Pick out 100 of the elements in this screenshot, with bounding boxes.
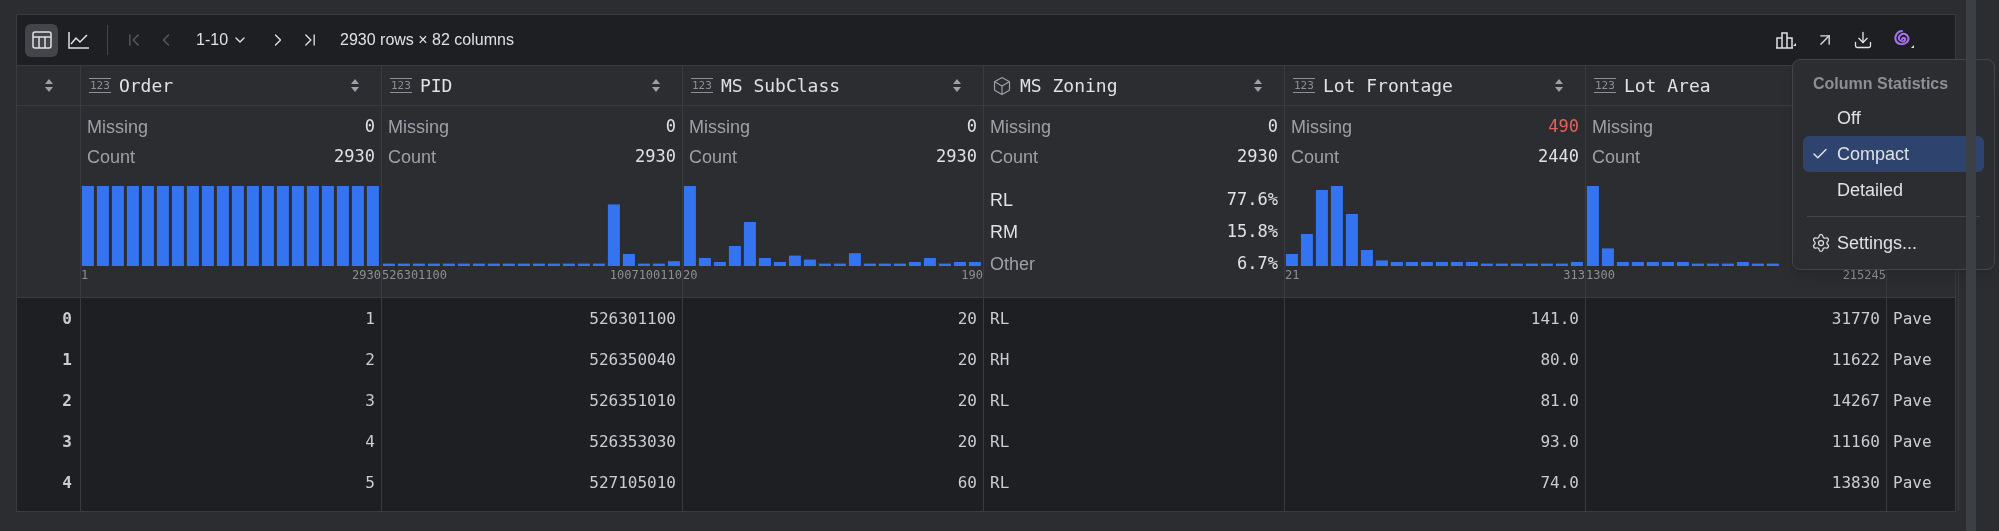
table-cell: 2 — [81, 339, 382, 380]
missing-value: 0 — [665, 115, 676, 139]
histogram-bar — [743, 222, 756, 266]
histogram-bar — [457, 263, 470, 266]
range-max: 313 — [1563, 267, 1585, 284]
table-cell: 20 — [683, 380, 984, 421]
histogram-bar — [1736, 262, 1749, 266]
page-range-dropdown[interactable]: 1-10 — [184, 28, 261, 52]
histogram-bar — [1766, 263, 1779, 266]
table-cell: RL — [984, 380, 1285, 421]
histogram-bar — [1345, 214, 1358, 266]
histogram-bar — [577, 263, 590, 266]
table-cell: 3 — [81, 380, 382, 421]
row-index: 1 — [17, 339, 81, 380]
histogram-bar — [1691, 263, 1704, 266]
stat-label: Count — [990, 145, 1039, 169]
range-max: 190 — [961, 267, 983, 284]
count-value: 2930 — [1237, 145, 1278, 169]
table-cell: 526350040 — [382, 339, 683, 380]
histogram-bar — [698, 258, 711, 266]
table-cell: 80.0 — [1285, 339, 1586, 380]
histogram-bar — [923, 258, 936, 266]
count-value: 2930 — [936, 145, 977, 169]
histogram-bar — [1360, 250, 1373, 266]
missing-value: 0 — [1267, 115, 1278, 139]
histogram-bar — [713, 262, 726, 266]
histogram-bar — [1570, 262, 1583, 266]
stat-label: Count — [87, 145, 136, 169]
numeric-type-badge: 123 — [691, 78, 713, 93]
column-name: Lot Frontage — [1322, 74, 1453, 98]
histogram-bar — [532, 263, 545, 266]
table-cell: 60 — [683, 462, 984, 503]
count-value: 2440 — [1538, 145, 1579, 169]
table-cell: 5 — [81, 462, 382, 503]
histogram-bar — [818, 263, 831, 266]
histogram-bar — [803, 259, 816, 266]
histogram-bar — [1616, 262, 1629, 266]
sort-icon[interactable] — [953, 79, 961, 92]
histogram-bar — [1601, 248, 1614, 266]
column-name: PID — [419, 74, 453, 98]
table-size-text: 2930 rows × 82 columns — [340, 30, 514, 50]
settings-icon — [1811, 233, 1831, 253]
stat-label: Missing — [388, 115, 449, 139]
histogram-bar — [1525, 263, 1538, 266]
histogram-bar — [1721, 263, 1734, 266]
histogram-bar — [652, 263, 665, 266]
table-cell: RL — [984, 462, 1285, 503]
numeric-type-badge: 123 — [1293, 78, 1315, 93]
table-cell: Pave — [1887, 339, 1959, 380]
table-cell: 11160 — [1586, 421, 1887, 462]
table-cell: 4 — [81, 421, 382, 462]
table-cell: 526301100 — [382, 298, 683, 339]
settings-menu-item[interactable]: Settings... — [1803, 225, 1984, 261]
histogram-bar — [1631, 262, 1644, 266]
table-cell: 74.0 — [1285, 462, 1586, 503]
histogram-bar — [622, 254, 635, 266]
sort-icon[interactable] — [1555, 79, 1563, 92]
stat-label: Missing — [87, 115, 148, 139]
table-cell: 141.0 — [1285, 298, 1586, 339]
histogram-bar — [728, 246, 741, 266]
histogram-bar — [487, 263, 500, 266]
range-max: 2930 — [352, 267, 381, 284]
table-cell: 93.0 — [1285, 421, 1586, 462]
histogram-bar — [472, 263, 485, 266]
sort-icon[interactable] — [351, 79, 359, 92]
histogram-bar — [758, 258, 771, 266]
histogram-bar — [1450, 262, 1463, 266]
sort-icon[interactable] — [1254, 79, 1262, 92]
table-cell: Pave — [1887, 421, 1959, 462]
table-cell: 13830 — [1586, 462, 1887, 503]
table-cell: 526351010 — [382, 380, 683, 421]
histogram-bar — [1510, 263, 1523, 266]
numeric-type-badge: 123 — [89, 78, 111, 93]
histogram-bar — [1390, 262, 1403, 266]
sort-icon[interactable] — [652, 79, 660, 92]
histogram-bar — [667, 261, 680, 266]
histogram-bar — [562, 263, 575, 266]
histogram-bar — [1375, 260, 1388, 266]
table-view-button[interactable] — [25, 23, 58, 57]
table-cell: 31770 — [1586, 298, 1887, 339]
menu-item[interactable]: Compact — [1803, 136, 1984, 172]
histogram-bar — [773, 262, 786, 266]
table-cell: 81.0 — [1285, 380, 1586, 421]
histogram-bar — [1495, 263, 1508, 266]
count-value: 2930 — [635, 145, 676, 169]
histogram-bar — [1540, 263, 1553, 266]
row-index: 2 — [17, 380, 81, 421]
histogram-bar — [382, 263, 395, 266]
menu-item[interactable]: Off — [1803, 100, 1984, 136]
histogram-bar — [878, 263, 891, 266]
stat-label: Missing — [990, 115, 1051, 139]
sort-icon[interactable] — [44, 79, 53, 92]
menu-item[interactable]: Detailed — [1803, 172, 1984, 208]
histogram-bar — [637, 263, 650, 266]
histogram-bar — [1676, 262, 1689, 266]
histogram-bar — [607, 204, 620, 266]
histogram-bar — [938, 263, 951, 266]
scrollbar[interactable] — [1966, 0, 1976, 531]
histogram-bar — [893, 263, 906, 266]
table-cell: 20 — [683, 421, 984, 462]
